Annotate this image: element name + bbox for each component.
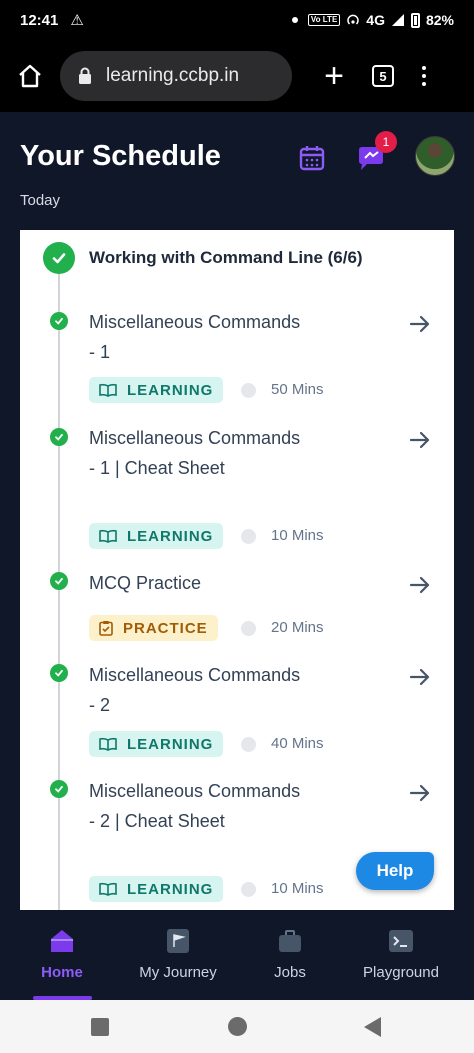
briefcase-icon <box>279 930 301 952</box>
new-tab-button[interactable]: + <box>318 59 350 93</box>
nav-label: My Journey <box>139 964 217 981</box>
status-time: 12:41 <box>20 11 59 29</box>
clock-icon <box>241 882 256 897</box>
battery-percent: 82% <box>425 12 454 28</box>
item-complete-check-icon <box>50 780 68 798</box>
item-complete-check-icon <box>50 312 68 330</box>
arrow-right-icon[interactable] <box>408 312 432 336</box>
status-indicators: Vo LTE 4G 82% <box>291 12 454 28</box>
home-outline-icon <box>19 64 41 88</box>
app-header: Your Schedule Today 1 <box>0 112 474 230</box>
avatar[interactable] <box>415 136 455 176</box>
day-label: Today <box>20 192 61 209</box>
menu-dot <box>422 66 426 70</box>
module-title: Working with Command Line (6/6) <box>89 248 363 267</box>
duration: 20 Mins <box>271 619 324 636</box>
learning-tag: LEARNING <box>89 731 224 757</box>
item-complete-check-icon <box>50 572 68 590</box>
clock-icon <box>241 383 256 398</box>
timeline-line <box>58 270 60 910</box>
tag-label: LEARNING <box>127 527 214 545</box>
browser-home-button[interactable] <box>14 60 46 92</box>
book-icon <box>99 882 117 896</box>
arrow-right-icon[interactable] <box>408 573 432 597</box>
book-icon <box>99 737 117 751</box>
status-bar: 12:41 ⚠ Vo LTE 4G 82% <box>0 0 474 40</box>
calendar-icon[interactable] <box>298 144 326 172</box>
signal-strength-icon <box>391 14 404 26</box>
lock-icon <box>79 67 91 84</box>
duration: 10 Mins <box>271 880 324 897</box>
practice-tag: PRACTICE <box>89 615 218 641</box>
bottom-navigation: Home My Journey Jobs Playground <box>0 910 474 1000</box>
nav-item-playground[interactable]: Playground <box>354 928 448 1000</box>
item-title: Miscellaneous Commands - 2 <box>89 665 301 715</box>
arrow-right-icon[interactable] <box>408 428 432 452</box>
clock-icon <box>241 737 256 752</box>
arrow-right-icon[interactable] <box>408 781 432 805</box>
notification-dot-icon <box>291 17 298 23</box>
clock-icon <box>241 529 256 544</box>
volte-icon: Vo LTE <box>307 14 341 26</box>
home-icon <box>51 930 73 952</box>
nav-label: Playground <box>363 964 439 981</box>
browser-menu-button[interactable] <box>418 66 430 86</box>
clock-icon <box>241 621 256 636</box>
duration: 40 Mins <box>271 735 324 752</box>
hotspot-icon <box>347 14 360 25</box>
nav-label: Home <box>41 964 83 981</box>
warning-icon: ⚠ <box>70 12 84 29</box>
notification-badge: 1 <box>375 131 397 153</box>
book-icon <box>99 529 117 543</box>
journey-flag-icon <box>167 929 189 953</box>
help-button[interactable]: Help <box>356 852 434 890</box>
book-icon <box>99 383 117 397</box>
recent-apps-icon[interactable] <box>91 1018 109 1036</box>
tag-label: LEARNING <box>127 880 214 898</box>
schedule-content: Working with Command Line (6/6) Miscella… <box>0 230 474 910</box>
nav-item-home[interactable]: Home <box>22 928 102 1000</box>
tab-switcher-button[interactable]: 5 <box>372 65 394 87</box>
learning-tag: LEARNING <box>89 377 224 403</box>
tag-label: LEARNING <box>127 735 214 753</box>
browser-toolbar: learning.ccbp.in + 5 <box>0 40 474 112</box>
nav-label: Jobs <box>274 964 306 981</box>
terminal-icon <box>389 930 413 952</box>
item-title: Miscellaneous Commands - 1 | Cheat Sheet <box>89 428 301 478</box>
clipboard-icon <box>99 621 113 636</box>
item-title: Miscellaneous Commands - 1 <box>89 312 301 362</box>
learning-tag: LEARNING <box>89 523 224 549</box>
menu-dot <box>422 82 426 86</box>
home-circle-icon[interactable] <box>228 1017 247 1036</box>
back-triangle-icon[interactable] <box>364 1017 381 1037</box>
item-complete-check-icon <box>50 664 68 682</box>
nav-item-my-journey[interactable]: My Journey <box>130 928 226 1000</box>
tag-label: PRACTICE <box>123 619 208 637</box>
module-card: Working with Command Line (6/6) Miscella… <box>20 230 454 910</box>
tag-label: LEARNING <box>127 381 214 399</box>
item-title: MCQ Practice <box>89 573 202 593</box>
nav-item-jobs[interactable]: Jobs <box>252 928 328 1000</box>
item-complete-check-icon <box>50 428 68 446</box>
network-type: 4G <box>366 12 385 28</box>
module-complete-check-icon <box>43 242 75 274</box>
battery-icon <box>410 12 420 28</box>
page-title: Your Schedule <box>20 140 221 172</box>
url-text: learning.ccbp.in <box>106 65 240 86</box>
learning-tag: LEARNING <box>89 876 224 902</box>
duration: 50 Mins <box>271 381 324 398</box>
item-title: Miscellaneous Commands - 2 | Cheat Sheet <box>89 781 301 831</box>
menu-dot <box>422 74 426 78</box>
system-navigation-bar <box>0 1000 474 1053</box>
duration: 10 Mins <box>271 527 324 544</box>
arrow-right-icon[interactable] <box>408 665 432 689</box>
address-bar[interactable]: learning.ccbp.in <box>60 51 292 101</box>
